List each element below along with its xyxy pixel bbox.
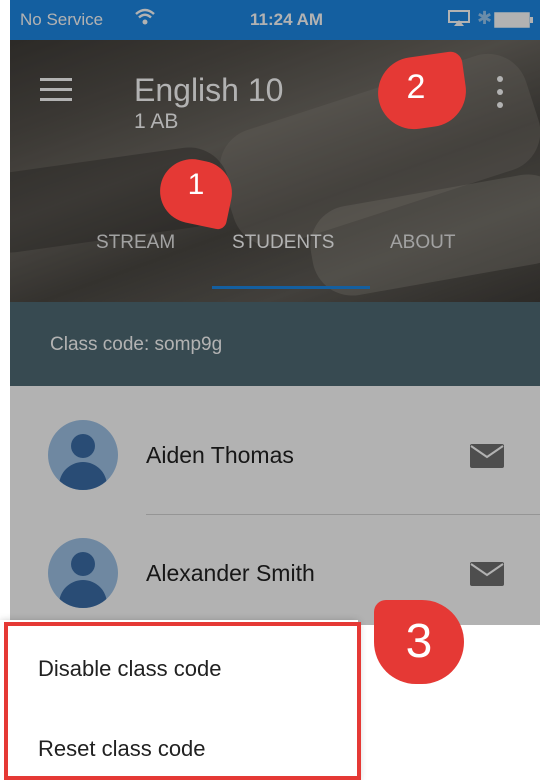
callout-number: 3 bbox=[405, 615, 433, 668]
callout-number: 1 bbox=[187, 168, 205, 201]
highlight-box bbox=[4, 622, 361, 780]
screen: No Service 11:24 AM ✱ English 10 1 AB ST… bbox=[0, 0, 540, 780]
callout-3: 3 bbox=[374, 600, 470, 686]
callout-2: 2 bbox=[373, 50, 478, 134]
callout-number: 2 bbox=[406, 68, 426, 106]
callout-1: 1 bbox=[154, 150, 240, 234]
